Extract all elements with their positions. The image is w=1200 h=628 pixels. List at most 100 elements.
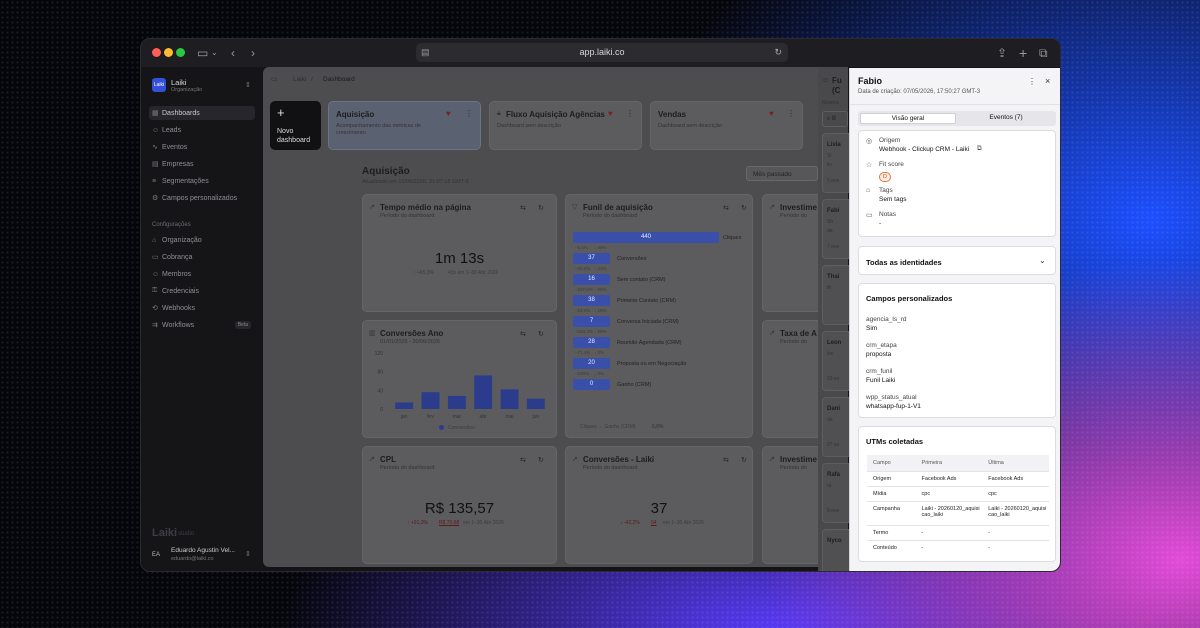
list-item[interactable]: Leon lec 33 ev — [822, 331, 852, 391]
dashboard-tab-aquisicao[interactable]: Aquisição Acompanhamento das métricas de… — [328, 101, 481, 150]
dashboard-tab-fluxo[interactable]: 🔒︎ Fluxo Aquisição Agências Dashboard se… — [489, 101, 642, 150]
lead-name: Nyco — [827, 538, 842, 544]
x-tick-label: mar — [453, 414, 462, 420]
favorite-heart-icon[interactable]: ♥ — [769, 109, 774, 118]
close-window-button[interactable] — [152, 48, 161, 57]
sidebar-item-organizacao[interactable]: ⌂ Organização — [149, 233, 255, 247]
x-tick-label: abr — [480, 414, 488, 420]
compare-icon[interactable]: ⇆ — [723, 204, 729, 212]
refresh-icon[interactable]: ↻ — [538, 204, 544, 212]
sidebar-item-campos[interactable]: ⚙ Campos personalizados — [149, 191, 255, 205]
table-row: Termo - - — [867, 524, 1049, 540]
org-icon: ⌂ — [152, 236, 157, 244]
refresh-icon[interactable]: ↻ — [538, 456, 544, 464]
identities-accordion[interactable]: Todas as identidades ⌄ — [858, 246, 1056, 275]
table-cell: - — [982, 524, 1049, 540]
bar[interactable] — [500, 389, 519, 409]
chevron-down-icon[interactable]: ⌄ — [211, 45, 218, 61]
favorite-heart-icon[interactable]: ♥ — [608, 109, 613, 118]
minimize-window-button[interactable] — [164, 48, 173, 57]
sidebar-toggle-icon[interactable]: ▭ — [197, 45, 208, 61]
sidebar-item-eventos[interactable]: ∿ Eventos — [149, 140, 255, 154]
more-icon[interactable]: ⋮ — [465, 109, 473, 118]
refresh-icon[interactable]: ↻ — [741, 204, 747, 212]
card-investimento-2: ↗ Investime Período do — [762, 446, 818, 564]
sidebar-item-workflows[interactable]: ⇉ Workflows Beta — [149, 318, 255, 332]
refresh-icon[interactable]: ↻ — [538, 330, 544, 338]
tab-eventos[interactable]: Eventos (7) — [958, 113, 1054, 124]
funnel-bar: 20 — [573, 358, 610, 369]
lead-meta: ra — [827, 483, 832, 489]
utm-header: Primeira — [915, 455, 983, 471]
forward-icon[interactable]: › — [251, 45, 255, 61]
lead-meta: Si — [827, 153, 832, 159]
bar[interactable] — [421, 392, 440, 409]
browser-window: ▭ ⌄ ‹ › ▤ app.laiki.co ↻ ⇪ + ⧉ Laiki Lai… — [140, 38, 1061, 572]
list-item[interactable]: Dani da 97 ev — [822, 397, 852, 457]
refresh-icon[interactable]: ↻ — [741, 456, 747, 464]
tabs-overview-icon[interactable]: ⧉ — [1039, 45, 1048, 61]
favorite-heart-icon[interactable]: ♥ — [446, 109, 451, 118]
bar[interactable] — [395, 402, 414, 409]
utm-header: Última — [982, 455, 1049, 471]
compare-icon[interactable]: ⇆ — [520, 456, 526, 464]
bar[interactable] — [474, 375, 493, 409]
more-icon[interactable]: ⋮ — [787, 109, 795, 118]
new-dashboard-button[interactable]: + Novo dashboard — [270, 101, 321, 150]
sidebar-item-webhooks[interactable]: ⟲ Webhooks — [149, 301, 255, 315]
sidebar-item-credenciais[interactable]: ⚿ Credenciais — [149, 284, 255, 298]
bar[interactable] — [526, 398, 545, 409]
table-cell: - — [915, 539, 983, 555]
funnel-drop: –15,4% — [575, 308, 591, 313]
users-icon: ☺ — [822, 77, 830, 84]
back-icon[interactable]: ‹ — [231, 45, 235, 61]
funnel-step-label: Cliques — [723, 235, 742, 241]
new-tab-icon[interactable]: + — [1019, 45, 1027, 61]
section-updated: Atualizado em 16/06/2026, 21:07:18 GMT-3 — [362, 179, 469, 185]
list-item[interactable]: Thai th — [822, 265, 852, 325]
sidebar-item-segmentacoes[interactable]: ≡ Segmentações — [149, 174, 255, 188]
compare-icon[interactable]: ⇆ — [723, 456, 729, 464]
list-item[interactable]: Livia Si liv 5 eve — [822, 133, 852, 193]
lead-meta: th — [827, 285, 832, 291]
list-item[interactable]: Fabi Sh da 7 eve — [822, 199, 852, 259]
bar[interactable] — [447, 395, 466, 409]
close-icon[interactable]: × — [1045, 76, 1050, 86]
list-item[interactable]: Nyco — [822, 529, 852, 571]
compare-icon[interactable]: ⇆ — [520, 204, 526, 212]
sidebar-item-cobranca[interactable]: ▭ Cobrança — [149, 250, 255, 264]
more-icon[interactable]: ⋮ — [626, 109, 634, 118]
address-bar[interactable]: ▤ app.laiki.co ↻ — [416, 43, 788, 62]
lead-meta: lec — [827, 351, 834, 357]
breadcrumb-root[interactable]: Laiki — [293, 76, 306, 83]
lead-name: Fabio — [858, 76, 882, 86]
chevron-down-icon[interactable]: ⌄ — [1039, 256, 1046, 265]
dashboard-tab-vendas[interactable]: Vendas Dashboard sem descrição ♥ ⋮ — [650, 101, 803, 150]
list-item[interactable]: Rafa ra 9 eve — [822, 463, 852, 523]
table-cell: Laiki - 20260120_aquisicao_laiki — [982, 500, 1049, 525]
sidebar-item-empresas[interactable]: ▤ Empresas — [149, 157, 255, 171]
reload-icon[interactable]: ↻ — [774, 43, 782, 62]
custom-fields-card: Campos personalizados agencia_ls_rd Sim … — [858, 283, 1056, 418]
lead-event-count: 9 eve — [827, 508, 840, 514]
compare-icon[interactable]: ⇆ — [520, 330, 526, 338]
user-menu-icon[interactable]: ⇕ — [245, 550, 251, 558]
sidebar-toggle-icon[interactable]: ▭ — [271, 75, 278, 83]
search-input[interactable]: ⌕ B — [822, 111, 848, 127]
period-select[interactable]: Mês passado — [746, 166, 818, 181]
maximize-window-button[interactable] — [176, 48, 185, 57]
tab-visao-geral[interactable]: Visão geral — [860, 113, 956, 124]
sidebar-item-membros[interactable]: ☺ Membros — [149, 267, 255, 281]
divider — [850, 104, 1060, 105]
avatar[interactable]: EA — [152, 548, 166, 562]
more-icon[interactable]: ⋮ — [1028, 77, 1036, 86]
sidebar-item-dashboards[interactable]: ▦ Dashboards — [149, 106, 255, 120]
org-switch-icon[interactable]: ⇕ — [245, 81, 251, 89]
copy-icon[interactable]: ⧉ — [977, 145, 982, 153]
footer-brand: Laiki — [152, 527, 178, 539]
lead-name: Leon — [827, 340, 842, 346]
org-name[interactable]: Laiki — [171, 78, 186, 87]
user-name[interactable]: Eduardo Agustin Vel... — [171, 547, 235, 554]
sidebar-item-leads[interactable]: ☺ Leads — [149, 123, 255, 137]
share-icon[interactable]: ⇪ — [997, 45, 1007, 61]
